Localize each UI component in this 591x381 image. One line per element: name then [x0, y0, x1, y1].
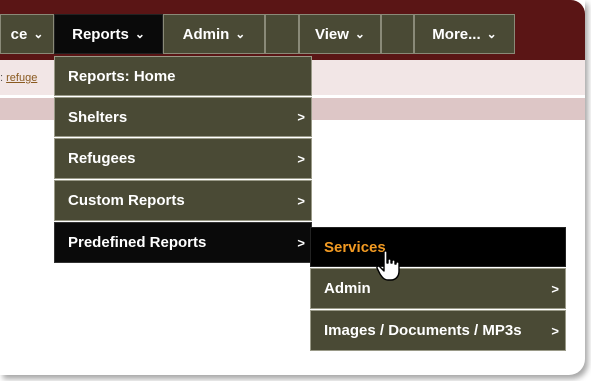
menu-item-reports-home[interactable]: Reports: Home	[54, 56, 312, 96]
chevron-down-icon: ⌄	[134, 27, 145, 41]
menu-item-custom-reports[interactable]: Custom Reports >	[54, 180, 312, 221]
menu-item-label: Predefined Reports	[68, 234, 207, 251]
menu-item-label: Shelters	[68, 108, 128, 126]
breadcrumb-link[interactable]: refuge	[6, 72, 37, 84]
top-nav-bar: ce ⌄ Reports ⌄ Admin ⌄ View ⌄ More... ⌄	[0, 0, 585, 60]
submenu-item-images-documents-mp3s[interactable]: Images / Documents / MP3s >	[310, 310, 566, 351]
chevron-down-icon: ⌄	[33, 27, 44, 41]
chevron-right-icon: >	[297, 109, 305, 125]
nav-item-blank-1[interactable]	[265, 14, 299, 54]
nav-item-view[interactable]: View ⌄	[299, 14, 381, 54]
nav-item-label: More...	[432, 25, 481, 43]
nav-item-more[interactable]: More... ⌄	[414, 14, 515, 54]
nav-item-label: Admin	[182, 25, 230, 43]
chevron-down-icon: ⌄	[354, 27, 365, 41]
submenu-item-services[interactable]: Services	[310, 227, 566, 267]
menu-item-label: Images / Documents / MP3s	[324, 322, 522, 339]
menu-item-label: Reports: Home	[68, 67, 176, 85]
nav-item-reports[interactable]: Reports ⌄	[54, 14, 163, 54]
breadcrumb: : refuge	[0, 72, 37, 84]
nav-item-label: ce	[10, 25, 28, 43]
breadcrumb-prefix: :	[0, 72, 4, 84]
chevron-right-icon: >	[551, 323, 559, 338]
nav-item-service[interactable]: ce ⌄	[0, 14, 54, 54]
nav-item-label: View	[315, 25, 349, 43]
menu-item-predefined-reports[interactable]: Predefined Reports >	[54, 222, 312, 263]
submenu-item-admin[interactable]: Admin >	[310, 268, 566, 309]
nav-item-label: Reports	[72, 25, 129, 43]
menu-item-shelters[interactable]: Shelters >	[54, 97, 312, 137]
chevron-down-icon: ⌄	[235, 27, 246, 41]
nav-item-blank-2[interactable]	[381, 14, 414, 54]
menu-item-refugees[interactable]: Refugees >	[54, 138, 312, 179]
chevron-right-icon: >	[551, 281, 559, 296]
menu-item-label: Refugees	[68, 150, 136, 167]
menu-item-label: Custom Reports	[68, 192, 185, 209]
nav-item-admin[interactable]: Admin ⌄	[163, 14, 265, 54]
chevron-right-icon: >	[297, 151, 305, 166]
chevron-right-icon: >	[297, 235, 305, 250]
hand-pointer-icon	[376, 250, 400, 281]
chevron-down-icon: ⌄	[486, 27, 497, 41]
menu-item-label: Admin	[324, 280, 371, 297]
chevron-right-icon: >	[297, 193, 305, 208]
app-window: ce ⌄ Reports ⌄ Admin ⌄ View ⌄ More... ⌄ …	[0, 0, 585, 375]
